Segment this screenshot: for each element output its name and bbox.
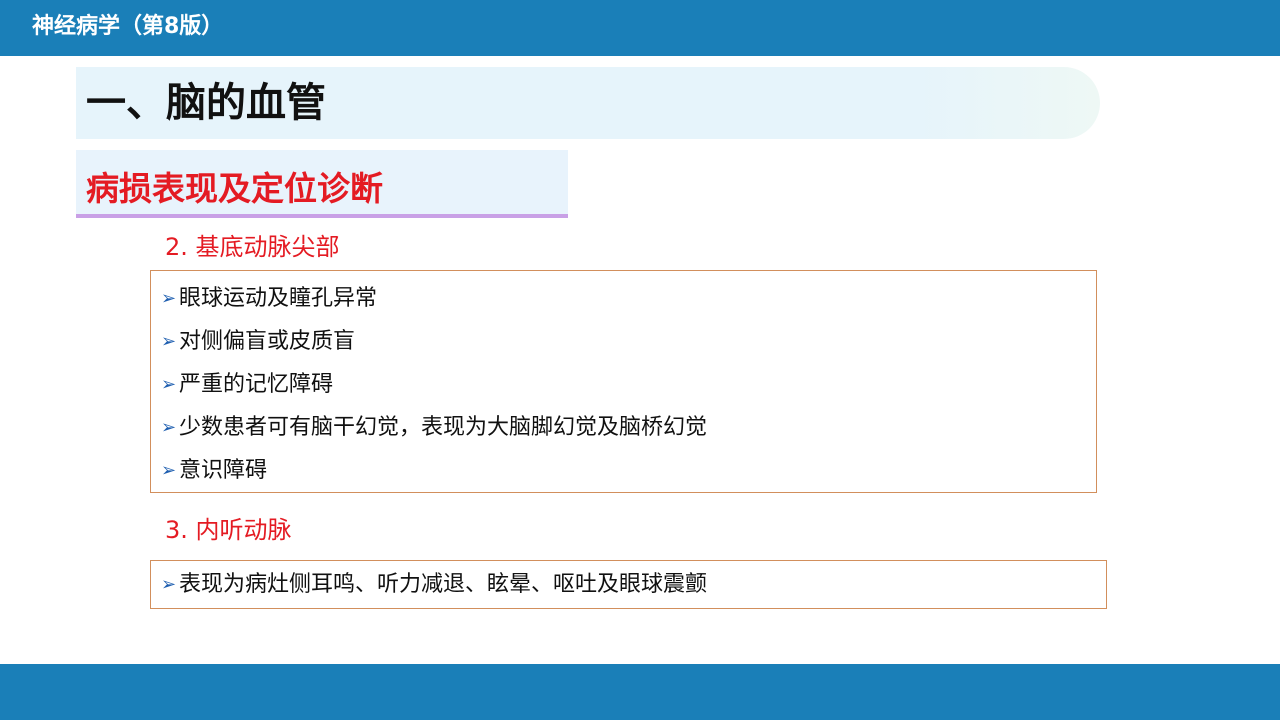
subsection-title: 病损表现及定位诊断 xyxy=(86,169,383,208)
list-item: ➢ 意识障碍 xyxy=(151,449,1096,492)
symptom-list: ➢ 表现为病灶侧耳鸣、听力减退、眩晕、呕吐及眼球震颤 xyxy=(151,563,1106,606)
top-header-bar: 神经病学（第8版） xyxy=(0,0,1280,56)
list-item: ➢ 眼球运动及瞳孔异常 xyxy=(151,277,1096,320)
arrow-bullet-icon: ➢ xyxy=(161,374,177,395)
group-heading-internal-auditory: 3. 内听动脉 xyxy=(165,516,292,544)
list-item: ➢ 严重的记忆障碍 xyxy=(151,363,1096,406)
arrow-bullet-icon: ➢ xyxy=(161,331,177,352)
symptom-box-basilar-tip: ➢ 眼球运动及瞳孔异常 ➢ 对侧偏盲或皮质盲 ➢ 严重的记忆障碍 ➢ 少数患者可有脑干幻… xyxy=(150,270,1097,493)
arrow-bullet-icon: ➢ xyxy=(161,460,177,481)
book-title: 神经病学（第8版） xyxy=(32,14,224,39)
group-heading-basilar-tip: 2. 基底动脉尖部 xyxy=(165,233,340,261)
arrow-bullet-icon: ➢ xyxy=(161,417,177,438)
symptom-box-internal-auditory: ➢ 表现为病灶侧耳鸣、听力减退、眩晕、呕吐及眼球震颤 xyxy=(150,560,1107,609)
bottom-footer-bar xyxy=(0,664,1280,720)
list-item: ➢ 少数患者可有脑干幻觉，表现为大脑脚幻觉及脑桥幻觉 xyxy=(151,406,1096,449)
list-item: ➢ 对侧偏盲或皮质盲 xyxy=(151,320,1096,363)
arrow-bullet-icon: ➢ xyxy=(161,288,177,309)
section-title: 一、脑的血管 xyxy=(86,80,326,126)
arrow-bullet-icon: ➢ xyxy=(161,574,177,595)
list-item: ➢ 表现为病灶侧耳鸣、听力减退、眩晕、呕吐及眼球震颤 xyxy=(151,563,1106,606)
subsection-banner: 病损表现及定位诊断 xyxy=(76,150,568,218)
symptom-list: ➢ 眼球运动及瞳孔异常 ➢ 对侧偏盲或皮质盲 ➢ 严重的记忆障碍 ➢ 少数患者可有脑干幻… xyxy=(151,277,1096,492)
section-banner: 一、脑的血管 xyxy=(76,67,1100,139)
